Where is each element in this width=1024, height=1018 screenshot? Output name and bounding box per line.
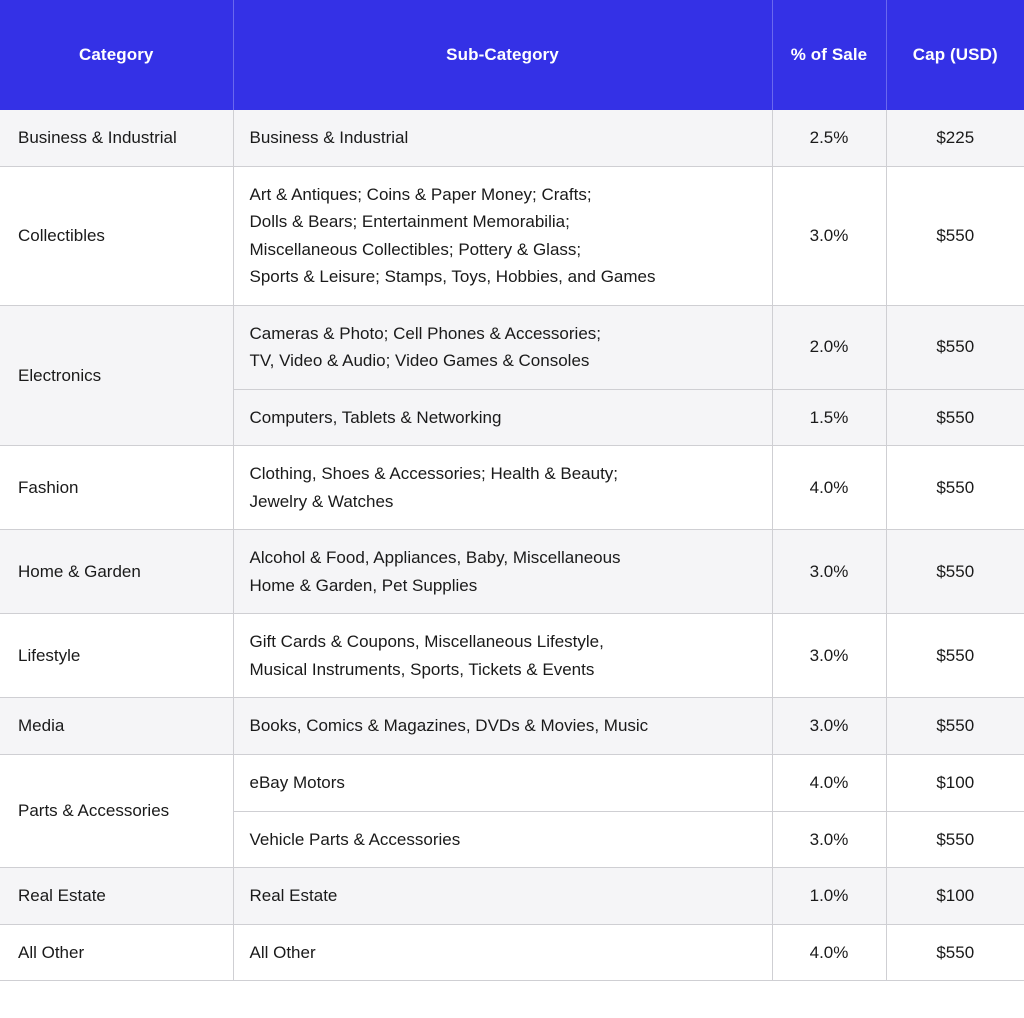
pct-of-sale-cell: 3.0%: [772, 529, 887, 615]
sub-category-line: Books, Comics & Magazines, DVDs & Movies…: [249, 716, 649, 736]
sub-category-line: Real Estate: [249, 886, 338, 906]
cap-usd-cell: $550: [886, 613, 1024, 699]
cap-usd-cell: $550: [886, 445, 1024, 531]
category-cell: Parts & Accessories: [0, 754, 234, 869]
pct-of-sale-cell: 1.5%: [772, 389, 887, 447]
column-header-cap-usd: Cap (USD): [886, 0, 1024, 110]
header-row: Category Sub-Category % of Sale Cap (USD…: [0, 0, 1024, 110]
pct-of-sale-cell: 4.0%: [772, 445, 887, 531]
pct-of-sale-cell: 3.0%: [772, 166, 887, 306]
sub-category-line: Dolls & Bears; Entertainment Memorabilia…: [249, 212, 570, 232]
sub-category-cell: eBay Motors: [233, 754, 773, 812]
cap-usd-cell: $550: [886, 166, 1024, 306]
sub-category-line: Clothing, Shoes & Accessories; Health & …: [249, 464, 619, 484]
pct-of-sale-cell: 4.0%: [772, 754, 887, 812]
pct-of-sale-cell: 3.0%: [772, 811, 887, 869]
sub-category-line: TV, Video & Audio; Video Games & Console…: [249, 351, 590, 371]
sub-category-line: Vehicle Parts & Accessories: [249, 829, 461, 849]
cap-usd-cell: $100: [886, 754, 1024, 812]
sub-category-line: Musical Instruments, Sports, Tickets & E…: [249, 659, 595, 679]
sub-category-cell: All Other: [233, 924, 773, 982]
table-row: Fashion Clothing, Shoes & Accessories; He…: [0, 445, 1024, 531]
pct-of-sale-cell: 3.0%: [772, 613, 887, 699]
column-header-pct-of-sale: % of Sale: [772, 0, 887, 110]
fee-schedule-table: Category Sub-Category % of Sale Cap (USD…: [0, 0, 1024, 982]
sub-category-line: eBay Motors: [249, 772, 345, 792]
sub-category-line: Business & Industrial: [249, 128, 409, 147]
cap-usd-cell: $100: [886, 867, 1024, 925]
cap-usd-cell: $225: [886, 110, 1024, 167]
pct-of-sale-cell: 2.5%: [772, 110, 887, 167]
category-cell: Real Estate: [0, 867, 234, 925]
table-row: Collectibles Art & Antiques; Coins & Pape…: [0, 166, 1024, 306]
table-row: Parts & Accessories eBay Motors 4.0% $100: [0, 754, 1024, 869]
sub-category-line: All Other: [249, 942, 316, 962]
cap-usd-cell: $550: [886, 389, 1024, 447]
sub-category-line: Alcohol & Food, Appliances, Baby, Miscel…: [249, 548, 621, 568]
cap-usd-cell: $550: [886, 697, 1024, 755]
cap-usd-cell: $550: [886, 924, 1024, 982]
sub-category-cell: Business & Industrial: [233, 110, 773, 167]
sub-category-line: Cameras & Photo; Cell Phones & Accessori…: [249, 323, 602, 343]
cap-usd-cell: $550: [886, 811, 1024, 869]
table-row: Business & Industrial Business & Industri…: [0, 110, 1024, 167]
table-row: Real Estate Real Estate 1.0% $100: [0, 867, 1024, 925]
column-header-sub-category: Sub-Category: [233, 0, 773, 110]
sub-category-line: Gift Cards & Coupons, Miscellaneous Life…: [249, 632, 604, 652]
sub-category-line: Home & Garden, Pet Supplies: [249, 575, 478, 595]
sub-category-line: Sports & Leisure; Stamps, Toys, Hobbies,…: [249, 267, 656, 287]
pct-of-sale-cell: 1.0%: [772, 867, 887, 925]
table-row: Media Books, Comics & Magazines, DVDs & M…: [0, 697, 1024, 755]
sub-category-line: Jewelry & Watches: [249, 491, 394, 511]
category-cell: Electronics: [0, 305, 234, 447]
cap-usd-cell: $550: [886, 305, 1024, 390]
column-header-category: Category: [0, 0, 234, 110]
pct-of-sale-cell: 4.0%: [772, 924, 887, 982]
sub-category-cell: Clothing, Shoes & Accessories; Health & …: [233, 445, 773, 531]
table-row: Lifestyle Gift Cards & Coupons, Miscellan…: [0, 613, 1024, 699]
sub-category-cell: Books, Comics & Magazines, DVDs & Movies…: [233, 697, 773, 755]
sub-category-line: Miscellaneous Collectibles; Pottery & Gl…: [249, 239, 582, 259]
table-header: Category Sub-Category % of Sale Cap (USD…: [0, 0, 1024, 110]
sub-category-cell: Gift Cards & Coupons, Miscellaneous Life…: [233, 613, 773, 699]
table-body: Business & Industrial Business & Industri…: [0, 110, 1024, 982]
sub-category-cell: Cameras & Photo; Cell Phones & Accessori…: [233, 305, 773, 390]
category-cell: Home & Garden: [0, 529, 234, 615]
sub-category-cell: Alcohol & Food, Appliances, Baby, Miscel…: [233, 529, 773, 615]
category-cell: Fashion: [0, 445, 234, 531]
pct-of-sale-cell: 3.0%: [772, 697, 887, 755]
sub-category-line: Art & Antiques; Coins & Paper Money; Cra…: [249, 184, 592, 204]
cap-usd-cell: $550: [886, 529, 1024, 615]
category-cell: Media: [0, 697, 234, 755]
sub-category-cell: Art & Antiques; Coins & Paper Money; Cra…: [233, 166, 773, 306]
table-row: Electronics Cameras & Photo; Cell Phones …: [0, 305, 1024, 447]
category-cell: Lifestyle: [0, 613, 234, 699]
table-row: Home & Garden Alcohol & Food, Appliances,…: [0, 529, 1024, 615]
category-cell: Business & Industrial: [0, 110, 234, 167]
sub-category-cell: Vehicle Parts & Accessories: [233, 811, 773, 869]
sub-category-line: Computers, Tablets & Networking: [249, 407, 502, 427]
table-row: All Other All Other 4.0% $550: [0, 924, 1024, 982]
sub-category-cell: Real Estate: [233, 867, 773, 925]
sub-category-cell: Computers, Tablets & Networking: [233, 389, 773, 447]
pct-of-sale-cell: 2.0%: [772, 305, 887, 390]
category-cell: All Other: [0, 924, 234, 982]
category-cell: Collectibles: [0, 166, 234, 306]
